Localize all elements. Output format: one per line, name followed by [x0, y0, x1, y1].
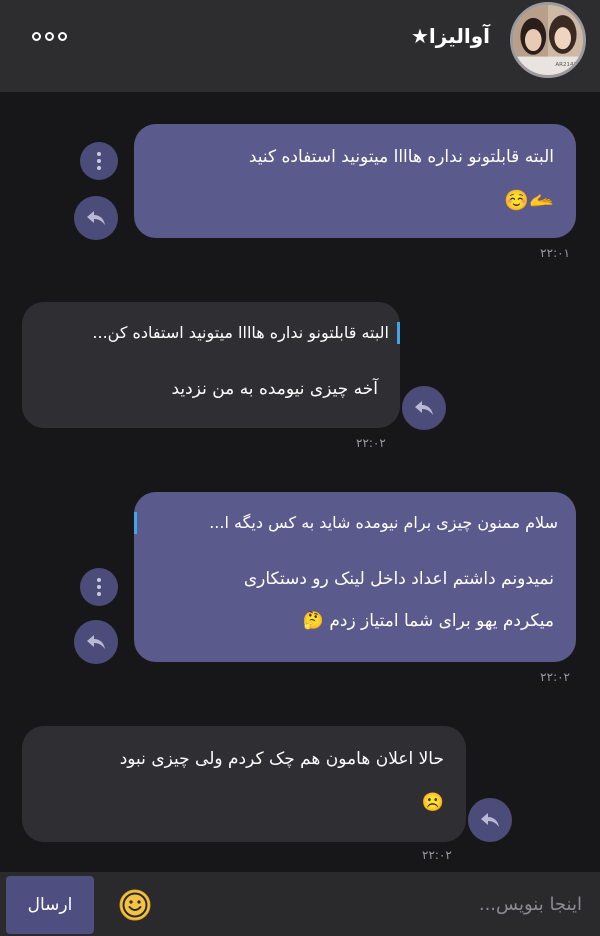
- chat-title: آوالیزا★: [410, 24, 490, 48]
- reply-icon: [415, 401, 433, 415]
- message-text: آخه چیزی نیومده به من نزدید: [171, 379, 379, 399]
- message-time: ۲۲:۰۲: [422, 848, 452, 862]
- message-options-button[interactable]: [80, 568, 118, 606]
- emoji-icon[interactable]: [118, 888, 152, 922]
- avatar[interactable]: AR21420: [510, 2, 586, 78]
- message-text: البته قابلتونو نداره هاااا میتونید استفا…: [248, 147, 554, 167]
- reply-icon: [87, 211, 105, 225]
- reply-button[interactable]: [74, 620, 118, 664]
- reply-button[interactable]: [402, 386, 446, 430]
- avatar-photo: AR21420: [513, 5, 583, 75]
- message-bubble-incoming[interactable]: البته قابلتونو نداره هاااا میتونید استفا…: [22, 302, 400, 428]
- reply-quote[interactable]: سلام ممنون چیزی برام نیومده شاید به کس د…: [134, 512, 576, 535]
- reply-icon: [87, 635, 105, 649]
- reply-button[interactable]: [468, 798, 512, 842]
- more-options-icon[interactable]: [32, 28, 68, 44]
- message-emoji: 🫴☺️: [504, 188, 554, 212]
- vertical-dots-icon: [97, 152, 101, 170]
- message-emoji: ☹️: [421, 792, 444, 813]
- message-text: میکردم یهو برای شما امتیاز زدم 🤔: [302, 611, 554, 631]
- send-button[interactable]: ارسال: [6, 876, 94, 934]
- message-options-button[interactable]: [80, 142, 118, 180]
- message-bubble-incoming[interactable]: حالا اعلان هامون هم چک کردم ولی چیزی نبو…: [22, 726, 466, 842]
- message-time: ۲۲:۰۲: [540, 670, 570, 684]
- message-text: حالا اعلان هامون هم چک کردم ولی چیزی نبو…: [119, 749, 444, 769]
- message-bubble-outgoing[interactable]: سلام ممنون چیزی برام نیومده شاید به کس د…: [134, 492, 576, 662]
- reply-quote[interactable]: البته قابلتونو نداره هاااا میتونید استفا…: [22, 322, 400, 345]
- message-time: ۲۲:۰۱: [540, 246, 570, 260]
- message-bubble-outgoing[interactable]: البته قابلتونو نداره هاااا میتونید استفا…: [134, 124, 576, 238]
- reply-button[interactable]: [74, 196, 118, 240]
- message-input[interactable]: [170, 882, 582, 926]
- message-text: نمیدونم داشتم اعداد داخل لینک رو دستکاری: [243, 569, 554, 589]
- reply-icon: [481, 813, 499, 827]
- message-time: ۲۲:۰۲: [356, 436, 386, 450]
- vertical-dots-icon: [97, 578, 101, 596]
